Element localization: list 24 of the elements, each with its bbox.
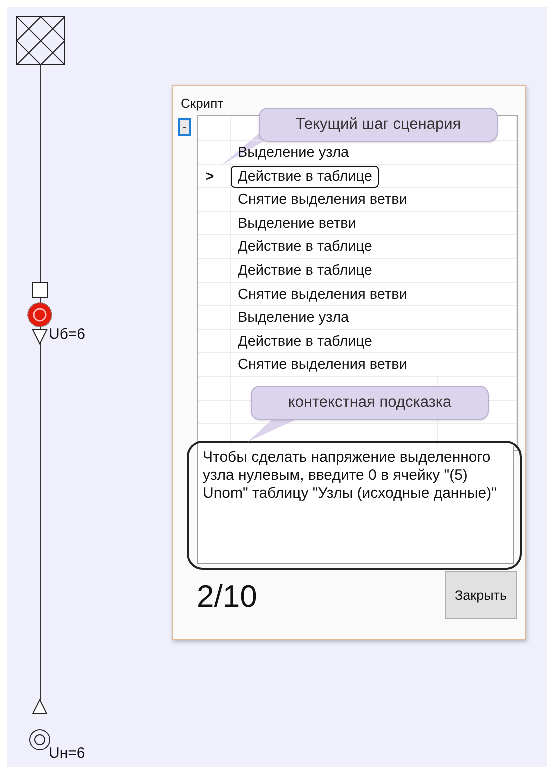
voltage-label: Uн=6 xyxy=(49,745,86,762)
step-cell[interactable]: Действие в таблице xyxy=(231,260,380,282)
busbar-symbol-icon xyxy=(16,16,66,66)
step-cell[interactable]: Снятие выделения ветви xyxy=(231,189,414,212)
step-cell[interactable]: Действие в таблице xyxy=(231,166,380,188)
down-triangle-icon xyxy=(32,330,48,346)
close-button[interactable]: Закрыть xyxy=(445,571,517,619)
voltage-label: Uб=6 xyxy=(49,326,86,343)
hint-text-box: Чтобы сделать напряжение выделенного узла нулевым, введите 0 в ячейку "(5) Unom" таблицу "Узлы (исходные данные)" xyxy=(197,446,514,564)
step-cell[interactable]: Снятие выделения ветви xyxy=(231,284,414,306)
step-cell[interactable]: Снятие выделения ветви xyxy=(231,354,414,376)
step-counter: 2/10 xyxy=(197,579,258,616)
selected-node-icon[interactable] xyxy=(28,302,52,328)
collapse-button[interactable]: - xyxy=(178,118,191,136)
switch-square-icon xyxy=(32,282,48,298)
load-node-icon xyxy=(30,730,50,750)
callout-pointer xyxy=(248,419,298,442)
step-cell[interactable]: Выделение ветви xyxy=(231,212,364,235)
step-cell[interactable]: Действие в таблице xyxy=(231,236,380,258)
step-cell[interactable]: Выделение узла xyxy=(231,142,356,164)
dialog-title: Скрипт xyxy=(180,95,225,113)
step-cell[interactable]: Действие в таблице xyxy=(231,330,380,353)
step-cell[interactable]: Выделение узла xyxy=(231,307,356,330)
up-triangle-icon xyxy=(32,698,48,714)
